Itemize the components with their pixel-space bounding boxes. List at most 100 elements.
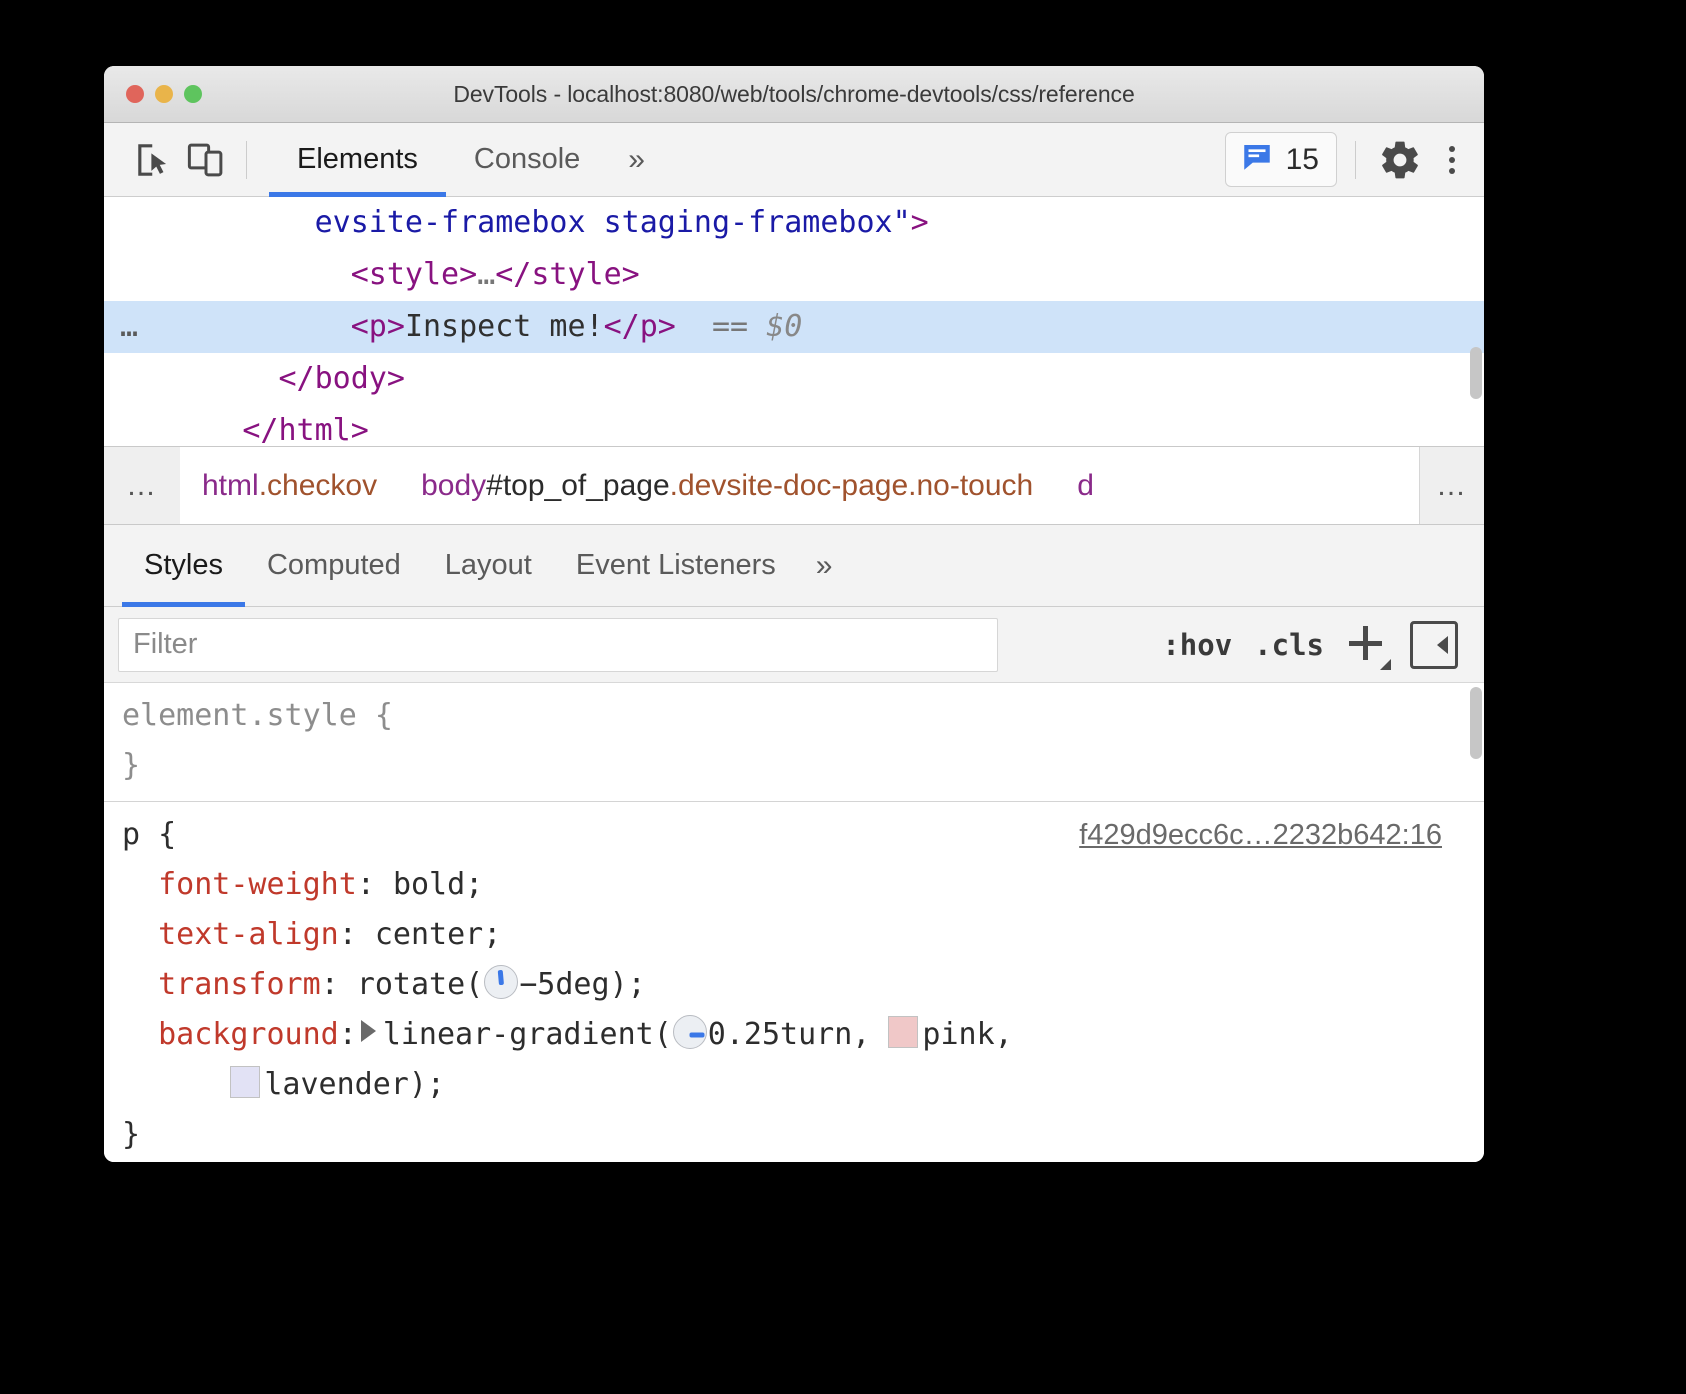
- window-titlebar: DevTools - localhost:8080/web/tools/chro…: [104, 66, 1484, 123]
- dom-row-expand-ellipsis[interactable]: …: [120, 301, 140, 353]
- expand-shorthand-icon[interactable]: [361, 1020, 376, 1042]
- stylesheet-source-link[interactable]: f429d9ecc6c…2232b642:16: [1079, 810, 1442, 860]
- dom-tree-row[interactable]: </body>: [104, 353, 1484, 405]
- rule-close-line: }: [104, 1110, 1484, 1160]
- rule-close-brace: }: [122, 748, 140, 783]
- dom-row-segment: </p>: [604, 309, 676, 344]
- dom-row-segment: ": [893, 205, 911, 240]
- angle-clock-swatch[interactable]: [673, 1015, 707, 1049]
- dom-row-segment: [134, 309, 351, 344]
- declaration-transform[interactable]: transform: rotate(−5deg);: [104, 960, 1484, 1010]
- rule-selector-line[interactable]: element.style {: [104, 691, 1484, 741]
- declaration-angle-value: −5deg: [519, 967, 609, 1002]
- breadcrumb-overflow-left[interactable]: …: [104, 447, 180, 524]
- declaration-property: font-weight: [158, 867, 357, 902]
- devtools-window: DevTools - localhost:8080/web/tools/chro…: [104, 66, 1484, 1162]
- close-window-button[interactable]: [126, 85, 144, 103]
- inspect-element-icon[interactable]: [128, 134, 180, 186]
- dom-row-segment: </style>: [495, 257, 640, 292]
- dom-row-segment: >: [911, 205, 929, 240]
- rule-selector: p: [122, 817, 140, 852]
- declaration-background[interactable]: background:linear-gradient(0.25turn, pin…: [104, 1010, 1484, 1060]
- dom-row-segment: [134, 361, 279, 396]
- dom-tree-scrollbar[interactable]: [1470, 347, 1482, 399]
- style-rule-p: p { f429d9ecc6c…2232b642:16 font-weight:…: [104, 801, 1484, 1162]
- styles-scrollbar[interactable]: [1470, 687, 1482, 759]
- styles-panel-tabs: Styles Computed Layout Event Listeners »: [104, 525, 1484, 607]
- rule-close-brace: }: [122, 1117, 140, 1152]
- toggle-computed-sidebar-icon[interactable]: [1410, 621, 1458, 669]
- window-title: DevTools - localhost:8080/web/tools/chro…: [104, 81, 1484, 108]
- rule-selector: element.style: [122, 698, 357, 733]
- declaration-color-name: pink,: [922, 1017, 1012, 1052]
- more-panels-icon[interactable]: »: [608, 123, 665, 196]
- console-message-count-button[interactable]: 15: [1225, 132, 1337, 187]
- declaration-color-name: lavender);: [264, 1067, 445, 1102]
- dom-tree-row[interactable]: </html>: [104, 405, 1484, 446]
- dom-row-segment: [134, 257, 351, 292]
- dom-tree-row[interactable]: <style>…</style>: [104, 249, 1484, 301]
- styles-rules-list[interactable]: element.style { } p { f429d9ecc6c…2232b6…: [104, 683, 1484, 1162]
- rule-close-line: }: [104, 741, 1484, 791]
- device-toolbar-icon[interactable]: [180, 134, 232, 186]
- tab-layout[interactable]: Layout: [423, 525, 554, 606]
- tab-styles[interactable]: Styles: [122, 525, 245, 606]
- breadcrumb-classes: .devsite-doc-page.no-touch: [670, 469, 1034, 503]
- toolbar-divider-1: [246, 141, 247, 179]
- styles-toolbar: :hov .cls: [104, 607, 1484, 683]
- breadcrumb-item-truncated[interactable]: d: [1055, 447, 1116, 524]
- color-swatch-pink[interactable]: [888, 1016, 918, 1048]
- angle-clock-swatch[interactable]: [484, 965, 518, 999]
- dom-row-segment: $0: [766, 309, 802, 344]
- toggle-element-classes-button[interactable]: .cls: [1254, 628, 1324, 662]
- declaration-angle-value: 0.25turn: [708, 1017, 853, 1052]
- declaration-property: background: [158, 1017, 339, 1052]
- dom-row-segment: <p>: [351, 309, 405, 344]
- declaration-value-prefix: rotate(: [357, 967, 483, 1002]
- dom-tree-row[interactable]: evsite-framebox staging-framebox">: [104, 197, 1484, 249]
- tab-elements[interactable]: Elements: [269, 123, 446, 196]
- declaration-background-continued[interactable]: lavender);: [104, 1060, 1484, 1110]
- dom-tree-row[interactable]: … <p>Inspect me!</p> == $0: [104, 301, 1484, 353]
- declaration-text-align[interactable]: text-align: center;: [104, 910, 1484, 960]
- breadcrumb: … html.checkov body#top_of_page.devsite-…: [104, 446, 1484, 525]
- tab-event-listeners[interactable]: Event Listeners: [554, 525, 798, 606]
- devtools-main-toolbar: Elements Console » 15: [104, 123, 1484, 197]
- zoom-window-button[interactable]: [184, 85, 202, 103]
- dom-row-segment: </html>: [242, 413, 368, 446]
- declaration-value: center;: [375, 917, 501, 952]
- dom-row-segment: </body>: [279, 361, 405, 396]
- gear-icon[interactable]: [1374, 134, 1426, 186]
- breadcrumb-item-html[interactable]: html.checkov: [180, 447, 399, 524]
- dom-row-segment: [676, 309, 712, 344]
- breadcrumb-classes: .checkov: [259, 469, 377, 503]
- dom-row-segment: Inspect me!: [405, 309, 604, 344]
- dom-row-segment: ==: [712, 309, 766, 344]
- minimize-window-button[interactable]: [155, 85, 173, 103]
- breadcrumb-overflow-right[interactable]: …: [1419, 447, 1484, 524]
- rule-open-brace: {: [357, 698, 393, 733]
- devtools-panel-tabs: Elements Console »: [269, 123, 665, 196]
- more-options-icon[interactable]: [1430, 134, 1474, 186]
- dom-tree-pane[interactable]: evsite-framebox staging-framebox"> <styl…: [104, 197, 1484, 446]
- dom-row-segment: [134, 413, 242, 446]
- toolbar-right-group: 15: [1225, 132, 1474, 187]
- breadcrumb-item-body[interactable]: body#top_of_page.devsite-doc-page.no-tou…: [399, 447, 1055, 524]
- declaration-property: transform: [158, 967, 321, 1002]
- more-styles-tabs-icon[interactable]: »: [798, 525, 851, 606]
- tab-console[interactable]: Console: [446, 123, 608, 196]
- color-swatch-lavender[interactable]: [230, 1066, 260, 1098]
- style-rule-element-style: element.style { }: [104, 683, 1484, 801]
- declaration-function: linear-gradient(: [383, 1017, 672, 1052]
- breadcrumb-tag: body: [421, 469, 486, 503]
- declaration-font-weight[interactable]: font-weight: bold;: [104, 860, 1484, 910]
- filter-input[interactable]: [118, 618, 998, 672]
- dom-row-segment: …: [477, 257, 495, 292]
- console-message-count: 15: [1286, 145, 1319, 175]
- new-style-rule-icon[interactable]: [1346, 622, 1388, 668]
- declaration-value-suffix: );: [610, 967, 646, 1002]
- dom-row-segment: <style>: [351, 257, 477, 292]
- declaration-value: bold;: [393, 867, 483, 902]
- tab-computed[interactable]: Computed: [245, 525, 423, 606]
- toggle-pseudo-states-button[interactable]: :hov: [1162, 628, 1232, 662]
